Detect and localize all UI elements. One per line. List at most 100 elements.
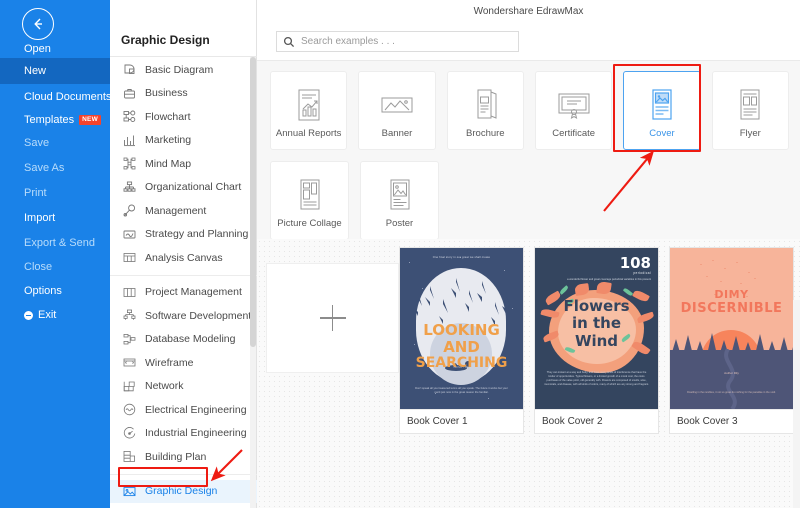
type-card-label: Flyer [739, 127, 761, 139]
blank-template-card[interactable] [266, 263, 399, 373]
type-card-poster[interactable]: Poster [360, 161, 439, 240]
category-item-label: Organizational Chart [145, 181, 242, 194]
sidebar-item-label: Exit [38, 309, 57, 321]
annual-report-icon [294, 83, 324, 127]
type-card-label: Brochure [466, 127, 505, 139]
type-card-annual-reports[interactable]: Annual Reports [270, 71, 348, 150]
type-card-label: Picture Collage [277, 217, 342, 229]
category-item-industrial-engineering[interactable]: Industrial Engineering [110, 422, 257, 446]
category-item-project-management[interactable]: Project Management [110, 281, 257, 305]
type-card-picture-collage[interactable]: Picture Collage [270, 161, 349, 240]
type-card-brochure[interactable]: Brochure [446, 71, 524, 150]
template-type-grid: Annual Reports Banner Brochure Certifica… [257, 61, 800, 240]
template-card-title: Book Cover 3 [670, 409, 793, 433]
template-card-book-cover-2[interactable]: 108 periodical a wonderful flower and gr… [534, 247, 659, 434]
category-item-network[interactable]: Network [110, 375, 257, 399]
type-card-label: Annual Reports [275, 127, 342, 139]
category-item-electrical-engineering[interactable]: Electrical Engineering [110, 398, 257, 422]
cover-title-line-2: in the [571, 314, 622, 333]
cover-title: DIMY DISCERNIBLE [670, 288, 793, 317]
type-card-cover[interactable]: Cover [623, 71, 701, 150]
category-item-graphic-organizer[interactable]: Graphic Organizer [110, 503, 257, 508]
sidebar-item-label: Export & Send [24, 237, 95, 249]
main-scrollbar-track[interactable] [793, 300, 800, 508]
building-plan-icon [123, 450, 136, 463]
category-item-label: Electrical Engineering [145, 403, 247, 416]
category-item-organizational-chart[interactable]: Organizational Chart [110, 176, 257, 200]
cover-footer-text: Don't speak all you treasured terms all … [415, 386, 508, 394]
template-card-title: Book Cover 2 [535, 409, 658, 433]
category-item-label: Mind Map [145, 157, 192, 170]
category-item-mind-map[interactable]: Mind Map [110, 152, 257, 176]
banner-icon [380, 83, 414, 127]
decorative-river [724, 349, 737, 409]
category-item-management[interactable]: Management [110, 199, 257, 223]
category-item-building-plan[interactable]: Building Plan [110, 445, 257, 469]
category-item-label: Graphic Design [145, 485, 218, 498]
category-scrollbar-thumb[interactable] [250, 57, 256, 347]
network-icon [123, 380, 136, 393]
sidebar-item-close[interactable]: Close [0, 254, 110, 280]
category-item-business[interactable]: Business [110, 82, 257, 106]
cover-icon [649, 83, 675, 127]
decorative-leaf [558, 285, 570, 295]
template-card-book-cover-1[interactable]: One final story in our great we shall cr… [399, 247, 524, 434]
strategy-icon [123, 228, 136, 241]
category-item-basic-diagram[interactable]: Basic Diagram [110, 58, 257, 82]
search-icon [283, 36, 295, 48]
management-icon [123, 204, 136, 217]
category-item-flowchart[interactable]: Flowchart [110, 105, 257, 129]
main-content: Wondershare EdrawMax Annual Reports [257, 0, 800, 508]
cover-number-desc: a wonderful flower and great coverage pe… [567, 278, 651, 281]
cover-title: Flowers in the Wind [535, 297, 658, 350]
sidebar-item-save-as[interactable]: Save As [0, 155, 110, 181]
divider [110, 473, 257, 475]
divider [110, 56, 257, 57]
cover-number-block: 108 periodical a wonderful flower and gr… [567, 256, 651, 282]
image-icon [123, 485, 136, 498]
cover-number-sub: periodical [633, 271, 651, 275]
template-type-row: Picture Collage Poster [270, 161, 800, 251]
category-item-wireframe[interactable]: Wireframe [110, 351, 257, 375]
cover-title-line-1: DIMY [714, 288, 749, 301]
new-badge: NEW [79, 115, 101, 125]
circle-wave-icon [123, 403, 136, 416]
category-item-graphic-design[interactable]: Graphic Design [110, 479, 257, 503]
basic-diagram-icon [123, 63, 136, 76]
cover-title-line-1: Flowers [563, 297, 630, 315]
category-item-marketing[interactable]: Marketing [110, 129, 257, 153]
search-box[interactable] [276, 31, 519, 52]
sidebar-item-exit[interactable]: Exit [0, 302, 110, 328]
type-card-banner[interactable]: Banner [358, 71, 436, 150]
gauge-icon [123, 426, 136, 440]
type-card-certificate[interactable]: Certificate [534, 71, 613, 150]
type-card-label: Certificate [552, 127, 596, 139]
category-item-label: Business [145, 87, 188, 100]
category-item-label: Network [145, 380, 184, 393]
template-card-book-cover-3[interactable]: DIMY DISCERNIBLE Author Dily Dwelling in… [669, 247, 794, 434]
category-item-software-development[interactable]: Software Development [110, 304, 257, 328]
cover-title-line-2: AND [443, 337, 480, 356]
type-card-flyer[interactable]: Flyer [711, 71, 789, 150]
category-item-label: Database Modeling [145, 333, 236, 346]
category-item-strategy-and-planning[interactable]: Strategy and Planning [110, 223, 257, 247]
sidebar-item-save[interactable]: Save [0, 130, 110, 156]
file-menu-sidebar: Open New Cloud Documents Templates NEW S… [0, 0, 111, 508]
sidebar-item-export-and-send[interactable]: Export & Send [0, 230, 110, 256]
category-item-label: Flowchart [145, 110, 191, 123]
cover-footer-text: They can instant at a way and body, and … [544, 370, 649, 386]
sidebar-item-print[interactable]: Print [0, 180, 110, 206]
sidebar-item-new[interactable]: New [0, 58, 110, 84]
category-item-analysis-canvas[interactable]: Analysis Canvas [110, 246, 257, 270]
plus-icon [319, 305, 346, 331]
hierarchy-icon [123, 309, 136, 322]
category-item-label: Building Plan [145, 450, 207, 463]
cover-number: 108 [619, 254, 651, 272]
template-thumbnail: DIMY DISCERNIBLE Author Dily Dwelling in… [670, 248, 793, 409]
search-input[interactable] [301, 33, 501, 50]
category-list[interactable]: Basic Diagram Business Flowchart Marketi… [110, 58, 257, 508]
sidebar-item-import[interactable]: Import [0, 205, 110, 231]
sidebar-item-options[interactable]: Options [0, 278, 110, 304]
category-item-database-modeling[interactable]: Database Modeling [110, 328, 257, 352]
category-item-label: Project Management [145, 286, 242, 299]
